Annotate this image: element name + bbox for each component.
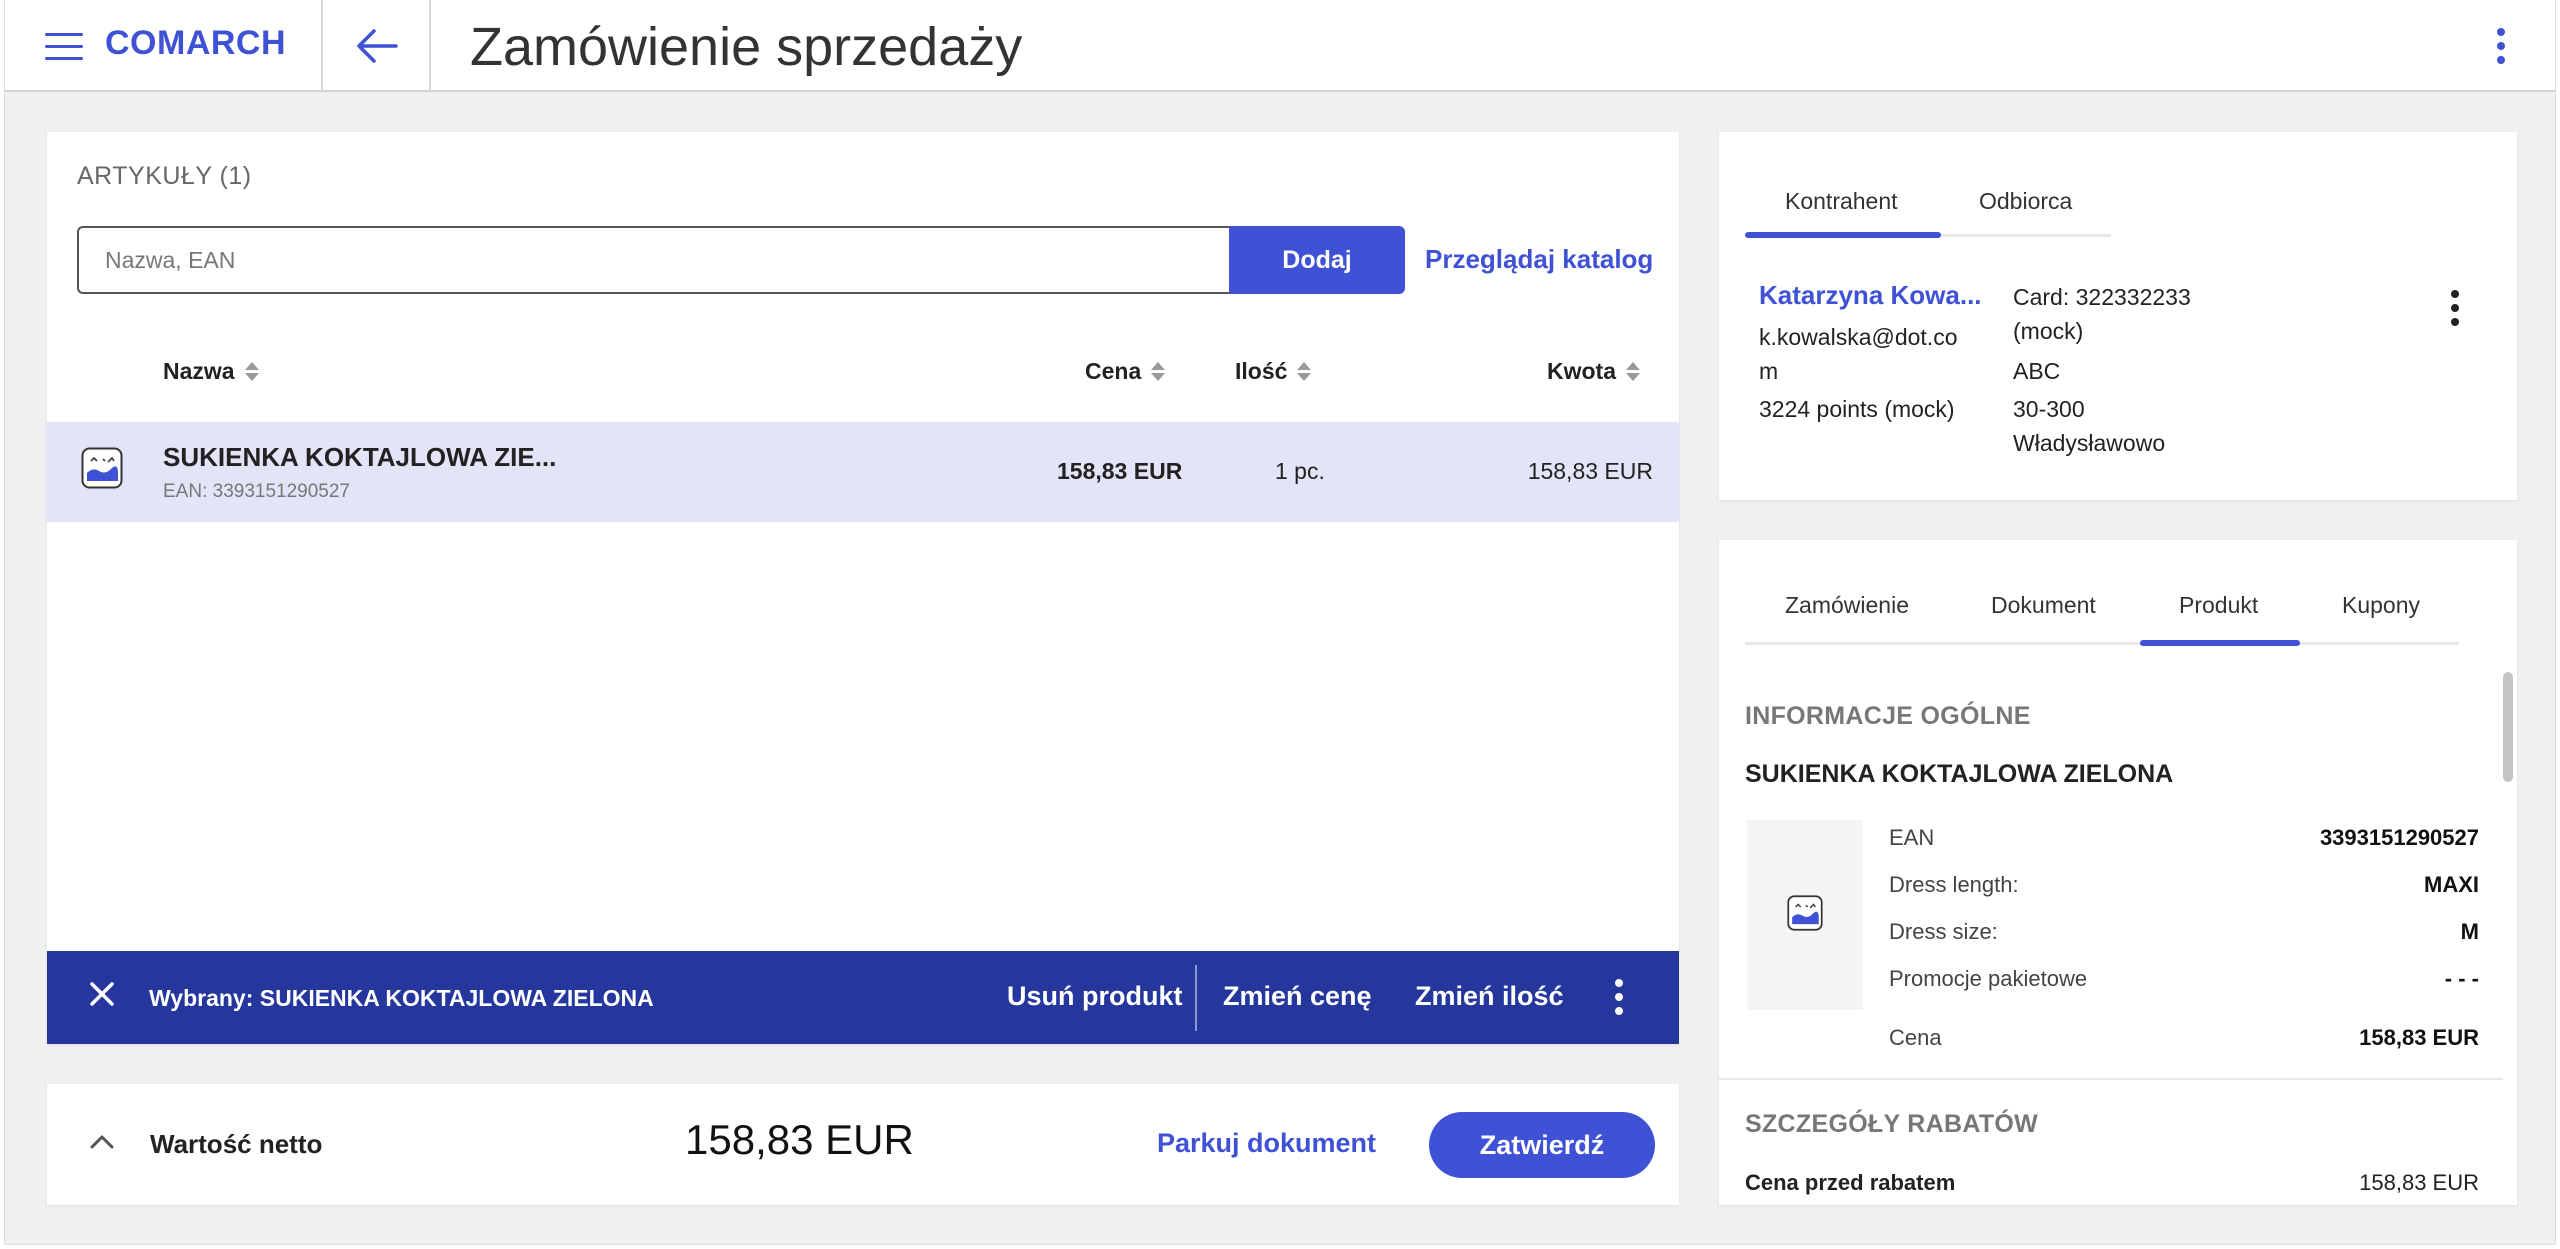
scrollbar-thumb[interactable] [2503,672,2513,782]
article-search-input[interactable] [77,226,1231,294]
selection-action-bar: Wybrany: SUKIENKA KOKTAJLOWA ZIELONA Usu… [47,951,1679,1044]
active-tab-indicator [2140,640,2300,646]
brand-logo: COMARCH [105,24,287,62]
item-amount: 158,83 EUR [1527,458,1653,484]
customer-name-link[interactable]: Katarzyna Kowa... [1759,280,1982,311]
net-value-label: Wartość netto [150,1129,323,1159]
remove-product-button[interactable]: Usuń produkt [1007,981,1183,1012]
tab-zamowienie[interactable]: Zamówienie [1785,592,1909,619]
header-divider [429,0,431,92]
sort-icon [1151,362,1166,381]
customer-postal-code: 30-300 [2013,396,2085,422]
attribute-label: Cena [1889,1025,1942,1050]
tabs-underline [1745,642,2459,645]
attribute-value: MAXI [2424,872,2479,897]
discount-row-value: 158,83 EUR [2359,1170,2479,1195]
product-image-icon [1787,895,1823,931]
customer-email: k.kowalska@dot.co [1759,324,1958,350]
attribute-value: 158,83 EUR [2359,1025,2479,1050]
active-tab-indicator [1745,232,1941,238]
sort-icon [1297,362,1312,381]
attribute-value: M [2460,919,2479,944]
column-header-qty[interactable]: Ilość [1235,358,1312,385]
item-quantity: 1 pc. [1275,458,1325,484]
close-icon[interactable] [87,979,117,1009]
product-image-icon [81,447,123,489]
section-divider [1719,1078,2503,1080]
attribute-value: - - - [2444,966,2479,991]
attribute-value: 3393151290527 [2319,825,2479,850]
sort-icon [244,362,259,381]
column-header-label: Ilość [1235,358,1288,384]
tab-produkt[interactable]: Produkt [2179,592,2258,619]
column-header-label: Nazwa [163,358,235,384]
summary-bar: Wartość netto 158,83 EUR Parkuj dokument… [47,1084,1679,1205]
articles-panel: ARTYKUŁY (1) Dodaj Przeglądaj katalog Na… [47,132,1679,1044]
confirm-button[interactable]: Zatwierdź [1429,1112,1655,1178]
column-header-name[interactable]: Nazwa [163,358,259,385]
change-price-button[interactable]: Zmień cenę [1223,981,1372,1012]
park-document-button[interactable]: Parkuj dokument [1157,1128,1376,1159]
discount-row-label: Cena przed rabatem [1745,1170,1956,1195]
browse-catalog-link[interactable]: Przeglądaj katalog [1425,244,1653,275]
more-options-icon[interactable] [1612,979,1626,1015]
details-panel: Zamówienie Dokument Produkt Kupony INFOR… [1719,540,2517,1205]
product-image [1747,820,1863,1010]
item-ean: EAN: 3393151290527 [163,481,350,502]
chevron-up-icon[interactable] [89,1132,115,1150]
sort-icon [1626,362,1640,381]
action-divider [1195,965,1197,1031]
customer-address-line: ABC [2013,358,2061,384]
net-value-amount: 158,83 EUR [685,1116,914,1163]
change-quantity-button[interactable]: Zmień ilość [1415,981,1564,1012]
customer-email-continued: m [1759,358,1779,384]
product-title: SUKIENKA KOKTAJLOWA ZIELONA [1745,760,2174,788]
tab-dokument[interactable]: Dokument [1991,592,2096,619]
tab-kontrahent[interactable]: Kontrahent [1785,188,1898,215]
customer-panel: Kontrahent Odbiorca Katarzyna Kowa... k.… [1719,132,2517,500]
back-arrow-icon[interactable] [352,25,402,67]
customer-city: Władysławowo [2013,430,2166,456]
selected-item-label: Wybrany: SUKIENKA KOKTAJLOWA ZIELONA [149,985,654,1011]
attribute-label: Dress length: [1889,872,2019,897]
customer-card-note: (mock) [2013,318,2084,344]
discount-details-title: SZCZEGÓŁY RABATÓW [1745,1110,2039,1138]
header-divider [321,0,323,92]
more-options-icon[interactable] [2448,290,2462,326]
articles-section-title: ARTYKUŁY (1) [77,162,252,190]
item-name: SUKIENKA KOKTAJLOWA ZIE... [163,442,557,472]
column-header-label: Kwota [1547,358,1616,384]
customer-points: 3224 points (mock) [1759,396,1955,422]
column-header-price[interactable]: Cena [1085,358,1166,385]
more-options-icon[interactable] [2491,28,2511,64]
item-price: 158,83 EUR [1057,458,1183,484]
page-title: Zamówienie sprzedaży [470,17,1023,77]
app-frame: COMARCH Zamówienie sprzedaży ARTYKUŁY (1… [4,0,2556,1245]
customer-card: Card: 322332233 [2013,284,2191,310]
top-bar: COMARCH Zamówienie sprzedaży [5,0,2555,92]
tab-kupony[interactable]: Kupony [2342,592,2420,619]
attribute-label: Dress size: [1889,919,1998,944]
attribute-label: Promocje pakietowe [1889,966,2088,991]
attribute-label: EAN [1889,825,1935,850]
tab-odbiorca[interactable]: Odbiorca [1979,188,2072,215]
menu-icon[interactable] [45,33,83,63]
add-button[interactable]: Dodaj [1229,226,1405,294]
table-row[interactable]: SUKIENKA KOKTAJLOWA ZIE... EAN: 33931512… [47,422,1679,522]
column-header-label: Cena [1085,358,1142,384]
column-header-amount[interactable]: Kwota [1547,358,1640,385]
general-info-title: INFORMACJE OGÓLNE [1745,702,2031,730]
